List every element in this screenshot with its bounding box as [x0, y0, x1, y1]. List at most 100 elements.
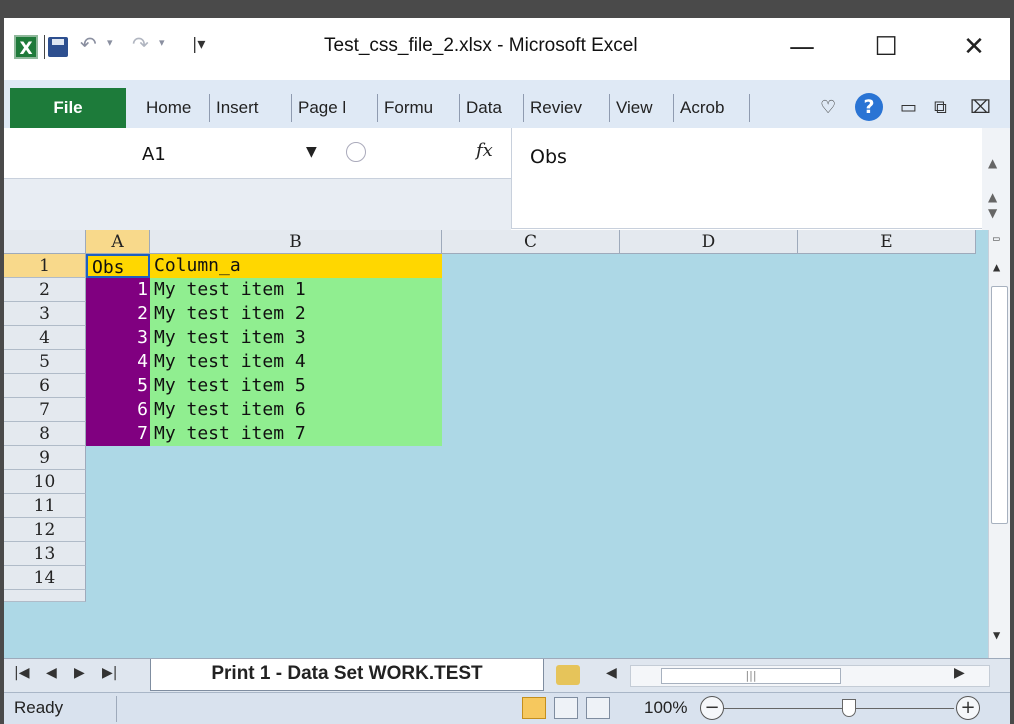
insert-worksheet-icon[interactable]: [556, 665, 580, 685]
maximize-button[interactable]: ☐: [856, 28, 916, 66]
excel-app-icon[interactable]: X: [14, 35, 38, 59]
sheet-tab-active[interactable]: Print 1 - Data Set WORK.TEST: [150, 659, 544, 691]
row-header-10[interactable]: 10: [4, 470, 86, 494]
row-header-4[interactable]: 4: [4, 326, 86, 350]
tab-data[interactable]: Data: [460, 94, 524, 122]
status-ready: Ready: [14, 698, 64, 717]
page-break-preview-icon[interactable]: [586, 697, 610, 719]
page-layout-view-icon[interactable]: [554, 697, 578, 719]
column-header-c[interactable]: C: [442, 230, 620, 254]
formula-expand-icon[interactable]: ▲: [988, 190, 997, 204]
row-header-11[interactable]: 11: [4, 494, 86, 518]
zoom-in-icon[interactable]: +: [956, 696, 980, 720]
column-header-d[interactable]: D: [620, 230, 798, 254]
cell-a3[interactable]: 2: [86, 302, 150, 326]
first-sheet-icon[interactable]: |◀: [14, 665, 29, 681]
zoom-out-icon[interactable]: −: [700, 696, 724, 720]
row-header-5[interactable]: 5: [4, 350, 86, 374]
split-box-icon[interactable]: ▭: [993, 232, 1000, 245]
row-header-15-partial[interactable]: [4, 590, 86, 602]
next-sheet-icon[interactable]: ▶: [74, 665, 85, 681]
formula-bar-scroll[interactable]: ▲ ▲ ▼: [982, 128, 1010, 230]
help-icon[interactable]: ?: [855, 93, 883, 121]
save-icon[interactable]: [48, 37, 68, 57]
tab-formulas[interactable]: Formu: [378, 94, 460, 122]
normal-view-icon[interactable]: [522, 697, 546, 719]
row-header-6[interactable]: 6: [4, 374, 86, 398]
workbook-restore-icon[interactable]: ⧉: [934, 94, 947, 122]
tab-acrobat[interactable]: Acrob: [674, 94, 750, 122]
tab-review[interactable]: Reviev: [524, 94, 610, 122]
name-box-dropdown-icon[interactable]: ▼: [306, 144, 317, 160]
zoom-level[interactable]: 100%: [644, 698, 687, 718]
undo-dropdown-icon[interactable]: ▾: [107, 36, 113, 49]
row-header-13[interactable]: 13: [4, 542, 86, 566]
tab-page-layout[interactable]: Page l: [292, 94, 378, 122]
row-header-3[interactable]: 3: [4, 302, 86, 326]
cell-a4[interactable]: 3: [86, 326, 150, 350]
select-all-corner[interactable]: [4, 230, 86, 254]
cell-a6[interactable]: 5: [86, 374, 150, 398]
horizontal-scrollbar[interactable]: |||: [630, 665, 990, 687]
vertical-scroll-thumb[interactable]: [991, 286, 1008, 524]
cell-b8[interactable]: My test item 7: [150, 422, 442, 446]
cell-b2[interactable]: My test item 1: [150, 278, 442, 302]
sheet-tab-bar: |◀ ◀ ▶ ▶| Print 1 - Data Set WORK.TEST ◀…: [4, 658, 1010, 693]
row-header-2[interactable]: 2: [4, 278, 86, 302]
row-header-9[interactable]: 9: [4, 446, 86, 470]
undo-icon[interactable]: ↶: [80, 32, 97, 56]
cell-b3[interactable]: My test item 2: [150, 302, 442, 326]
cell-b6[interactable]: My test item 5: [150, 374, 442, 398]
screen-top-edge: [0, 0, 1014, 18]
zoom-slider-thumb[interactable]: [842, 699, 856, 717]
scroll-down-icon[interactable]: ▼: [993, 628, 1000, 642]
formula-scroll-up-icon[interactable]: ▲: [988, 156, 997, 170]
ribbon-tabs: File Home Insert Page l Formu Data Revie…: [4, 80, 1010, 129]
cell-a5[interactable]: 4: [86, 350, 150, 374]
row-header-7[interactable]: 7: [4, 398, 86, 422]
worksheet-grid[interactable]: A B C D E 1 2 3 4 5 6 7 8 9 10 11 12 13 …: [4, 230, 1010, 658]
cell-a2[interactable]: 1: [86, 278, 150, 302]
cell-b7[interactable]: My test item 6: [150, 398, 442, 422]
cell-a1[interactable]: Obs: [86, 254, 150, 278]
cell-b4[interactable]: My test item 3: [150, 326, 442, 350]
row-header-12[interactable]: 12: [4, 518, 86, 542]
vertical-scrollbar[interactable]: ▭ ▲ ▼: [988, 230, 1010, 658]
window-title: Test_css_file_2.xlsx - Microsoft Excel: [324, 35, 638, 56]
tab-home[interactable]: Home: [140, 94, 210, 122]
workbook-close-icon[interactable]: ⌧: [970, 94, 991, 122]
formula-cancel-icon[interactable]: [346, 142, 366, 162]
tab-file[interactable]: File: [10, 88, 126, 128]
tab-insert[interactable]: Insert: [210, 94, 292, 122]
insert-function-icon[interactable]: fx: [476, 140, 493, 161]
minimize-ribbon-icon[interactable]: ♡: [820, 94, 836, 122]
row-header-8[interactable]: 8: [4, 422, 86, 446]
row-header-1[interactable]: 1: [4, 254, 86, 278]
customize-qat-icon[interactable]: |▾: [192, 34, 205, 53]
row-header-14[interactable]: 14: [4, 566, 86, 590]
redo-dropdown-icon[interactable]: ▾: [159, 36, 165, 49]
cell-b1[interactable]: Column_a: [150, 254, 442, 278]
hscroll-left-icon[interactable]: ◀: [606, 665, 617, 681]
workbook-minimize-icon[interactable]: ▭: [900, 94, 917, 122]
minimize-button[interactable]: —: [772, 28, 832, 66]
zoom-slider-track[interactable]: [724, 708, 954, 709]
excel-window: X ↶ ▾ ↷ ▾ |▾ Test_css_file_2.xlsx - Micr…: [4, 18, 1010, 724]
column-header-a[interactable]: A: [86, 230, 150, 254]
tab-view[interactable]: View: [610, 94, 674, 122]
horizontal-scroll-thumb[interactable]: |||: [661, 668, 841, 684]
formula-collapse-icon[interactable]: ▼: [988, 206, 997, 220]
cell-b5[interactable]: My test item 4: [150, 350, 442, 374]
close-button[interactable]: ✕: [944, 28, 1004, 66]
formula-input[interactable]: Obs: [511, 128, 982, 229]
scroll-up-icon[interactable]: ▲: [993, 260, 1000, 274]
name-box[interactable]: A1 ▼: [14, 138, 344, 174]
cell-a7[interactable]: 6: [86, 398, 150, 422]
last-sheet-icon[interactable]: ▶|: [102, 665, 117, 681]
hscroll-right-icon[interactable]: ▶: [954, 665, 965, 681]
prev-sheet-icon[interactable]: ◀: [46, 665, 57, 681]
cell-a8[interactable]: 7: [86, 422, 150, 446]
redo-icon[interactable]: ↷: [132, 32, 149, 56]
column-header-b[interactable]: B: [150, 230, 442, 254]
column-header-e[interactable]: E: [798, 230, 976, 254]
